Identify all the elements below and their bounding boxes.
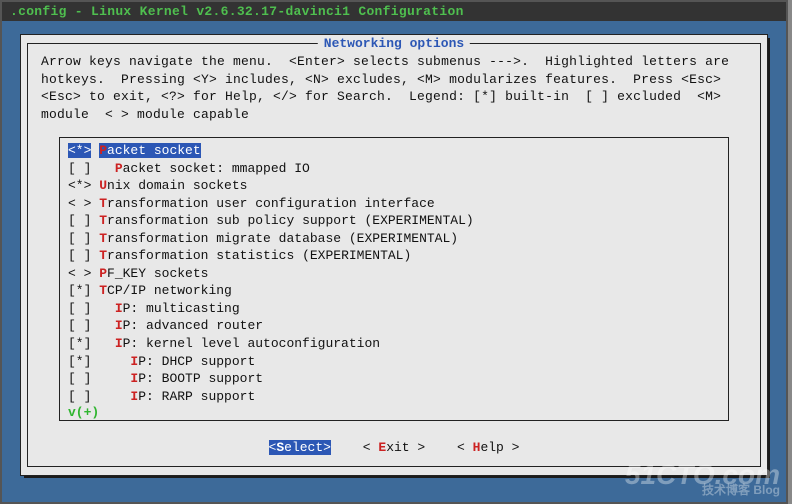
help-button[interactable]: < Help > — [457, 440, 519, 455]
menu-item[interactable]: [ ] IP: advanced router — [60, 317, 728, 335]
select-button[interactable]: <Select> — [269, 440, 331, 455]
scroll-down-indicator: v(+) — [60, 405, 728, 420]
exit-button[interactable]: < Exit > — [363, 440, 425, 455]
menu-item[interactable]: [*] IP: kernel level autoconfiguration — [60, 335, 728, 353]
menu-item[interactable]: [ ] IP: BOOTP support — [60, 370, 728, 388]
button-row: <Select> < Exit > < Help > — [21, 440, 767, 455]
menu-item[interactable]: < > PF_KEY sockets — [60, 265, 728, 283]
menu-item[interactable]: [ ] Transformation statistics (EXPERIMEN… — [60, 247, 728, 265]
menu-item[interactable]: [ ] IP: RARP support — [60, 388, 728, 406]
menu-item[interactable]: <*> Unix domain sockets — [60, 177, 728, 195]
help-text: Arrow keys navigate the menu. <Enter> se… — [41, 53, 747, 123]
dialog-box: Networking options Arrow keys navigate t… — [20, 34, 768, 476]
menu-item[interactable]: [*] TCP/IP networking — [60, 282, 728, 300]
menu-item[interactable]: <*> Packet socket — [60, 142, 728, 160]
app-window: .config - Linux Kernel v2.6.32.17-davinc… — [0, 0, 788, 504]
window-title: .config - Linux Kernel v2.6.32.17-davinc… — [2, 2, 786, 21]
menu-item[interactable]: [ ] Transformation sub policy support (E… — [60, 212, 728, 230]
menu-item[interactable]: [ ] Transformation migrate database (EXP… — [60, 230, 728, 248]
menu-item[interactable]: < > Transformation user configuration in… — [60, 195, 728, 213]
menu-item[interactable]: [ ] Packet socket: mmapped IO — [60, 160, 728, 178]
menu-item[interactable]: [ ] IP: multicasting — [60, 300, 728, 318]
menu-list[interactable]: <*> Packet socket[ ] Packet socket: mmap… — [59, 137, 729, 421]
dialog-title: Networking options — [318, 36, 470, 51]
menu-item[interactable]: [*] IP: DHCP support — [60, 353, 728, 371]
